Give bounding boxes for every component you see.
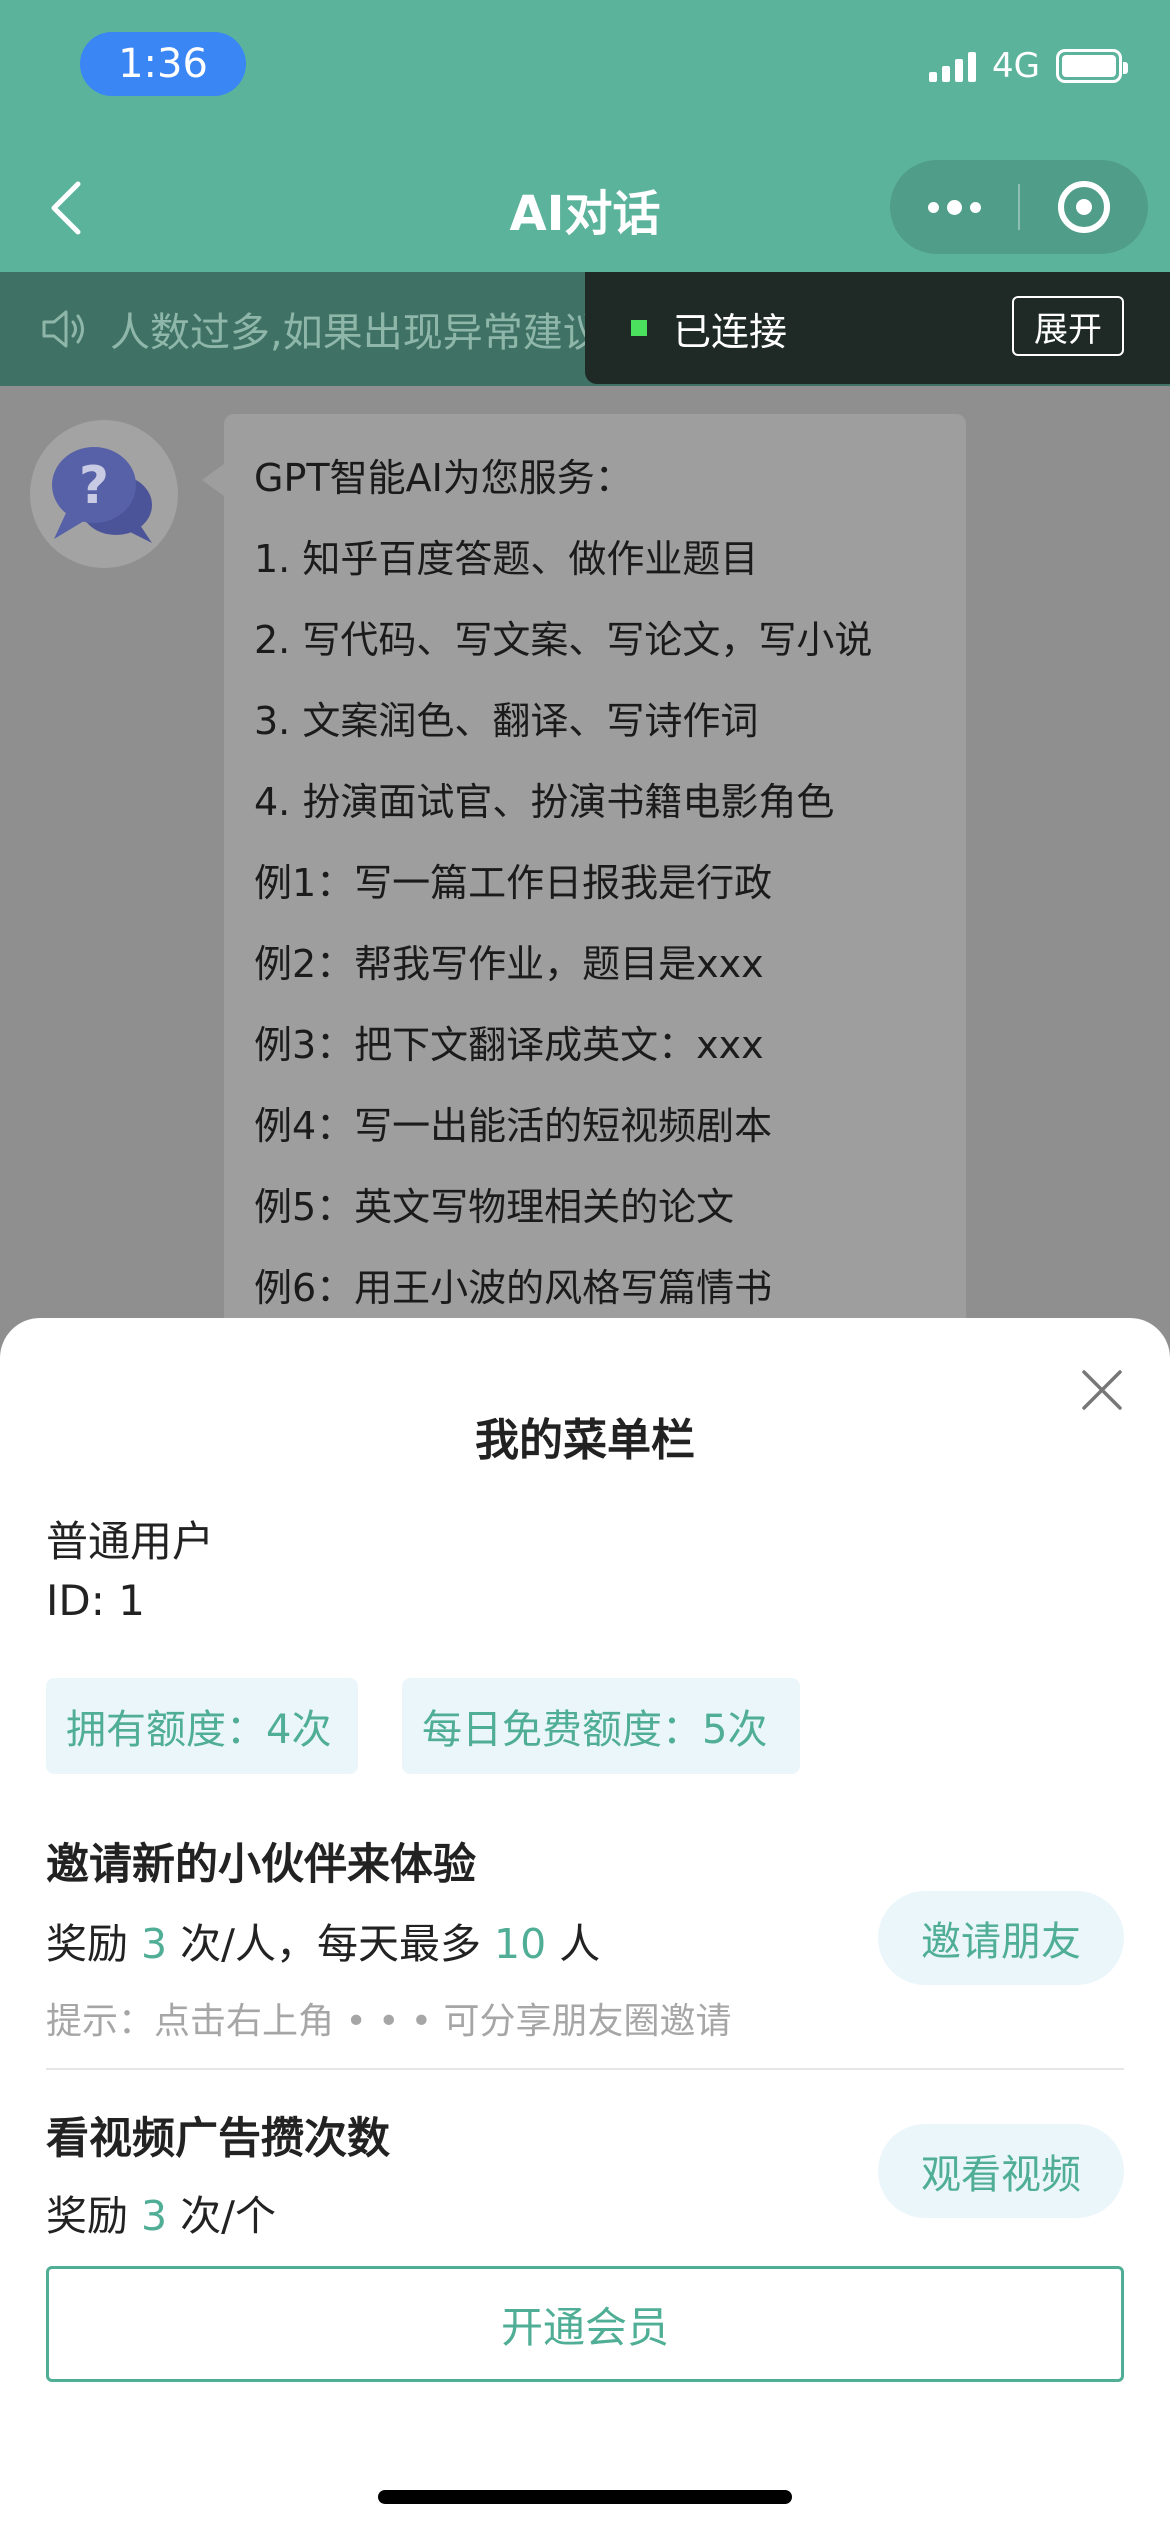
quota-daily-badge: 每日免费额度：5次 bbox=[402, 1678, 800, 1774]
invite-reward-prefix: 奖励 bbox=[46, 1920, 142, 1968]
close-miniprogram-button[interactable] bbox=[1020, 160, 1148, 254]
network-label: 4G bbox=[992, 46, 1040, 86]
chat-line: GPT智能AI为您服务： bbox=[254, 456, 633, 500]
connection-status: 已连接 bbox=[673, 309, 788, 354]
connected-indicator-icon bbox=[631, 320, 647, 336]
invite-reward-mid: 次/人，每天最多 bbox=[167, 1920, 495, 1968]
more-button[interactable] bbox=[890, 160, 1018, 254]
target-icon bbox=[1058, 181, 1110, 233]
quota-owned-badge: 拥有额度：4次 bbox=[46, 1678, 358, 1774]
question-chat-icon: ? bbox=[52, 447, 152, 543]
invite-reward-suffix: 人 bbox=[546, 1920, 601, 1968]
watch-video-button[interactable]: 观看视频 bbox=[878, 2124, 1124, 2218]
status-time: 1:36 bbox=[80, 32, 246, 96]
invite-reward: 奖励 3 次/人，每天最多 10 人 bbox=[46, 1910, 600, 1970]
signal-icon bbox=[929, 50, 977, 82]
speaker-icon bbox=[42, 310, 84, 348]
chat-line: 例1：写一篇工作日报我是行政 bbox=[254, 861, 773, 905]
video-reward: 奖励 3 次/个 bbox=[46, 2182, 276, 2242]
svg-text:?: ? bbox=[79, 456, 109, 516]
connection-toast: 已连接 展开 bbox=[585, 272, 1170, 384]
invite-reward-count: 3 bbox=[141, 1920, 168, 1968]
video-title: 看视频广告攒次数 bbox=[46, 2114, 390, 2164]
chat-line: 例2：帮我写作业，题目是xxx bbox=[254, 942, 764, 986]
invite-friends-button[interactable]: 邀请朋友 bbox=[878, 1891, 1124, 1985]
chat-message-bubble: GPT智能AI为您服务： 1. 知乎百度答题、做作业题目 2. 写代码、写文案、… bbox=[202, 414, 966, 1344]
battery-icon bbox=[1056, 49, 1128, 83]
chat-line: 4. 扮演面试官、扮演书籍电影角色 bbox=[254, 780, 835, 824]
invite-title: 邀请新的小伙伴来体验 bbox=[46, 1840, 476, 1890]
top-bar: 1:36 4G AI对话 bbox=[0, 0, 1170, 272]
video-reward-suffix: 次/个 bbox=[167, 2192, 276, 2240]
home-indicator[interactable] bbox=[378, 2490, 792, 2504]
chat-line: 1. 知乎百度答题、做作业题目 bbox=[254, 537, 759, 581]
open-membership-button[interactable]: 开通会员 bbox=[46, 2266, 1124, 2382]
sheet-title: 我的菜单栏 bbox=[475, 1415, 695, 1466]
mini-program-capsule bbox=[890, 160, 1148, 254]
expand-button[interactable]: 展开 bbox=[1012, 296, 1124, 356]
chat-line: 3. 文案润色、翻译、写诗作词 bbox=[254, 699, 759, 743]
video-reward-count: 3 bbox=[141, 2192, 168, 2240]
chat-line: 例4：写一出能活的短视频剧本 bbox=[254, 1104, 773, 1148]
chat-line: 2. 写代码、写文案、写论文，写小说 bbox=[254, 618, 873, 662]
invite-reward-max: 10 bbox=[494, 1920, 547, 1968]
more-dots-icon bbox=[927, 199, 981, 215]
assistant-avatar: ? bbox=[30, 420, 178, 568]
user-type: 普通用户 bbox=[46, 1517, 215, 1566]
user-id: ID: 1 bbox=[46, 1576, 145, 1625]
chat-line: 例3：把下文翻译成英文：xxx bbox=[254, 1023, 764, 1067]
status-indicators: 4G bbox=[929, 46, 1128, 86]
invite-hint: 提示：点击右上角 • • • 可分享朋友圈邀请 bbox=[46, 2001, 732, 2042]
section-divider bbox=[46, 2068, 1124, 2070]
chat-line: 例5：英文写物理相关的论文 bbox=[254, 1185, 735, 1229]
video-reward-prefix: 奖励 bbox=[46, 2192, 142, 2240]
